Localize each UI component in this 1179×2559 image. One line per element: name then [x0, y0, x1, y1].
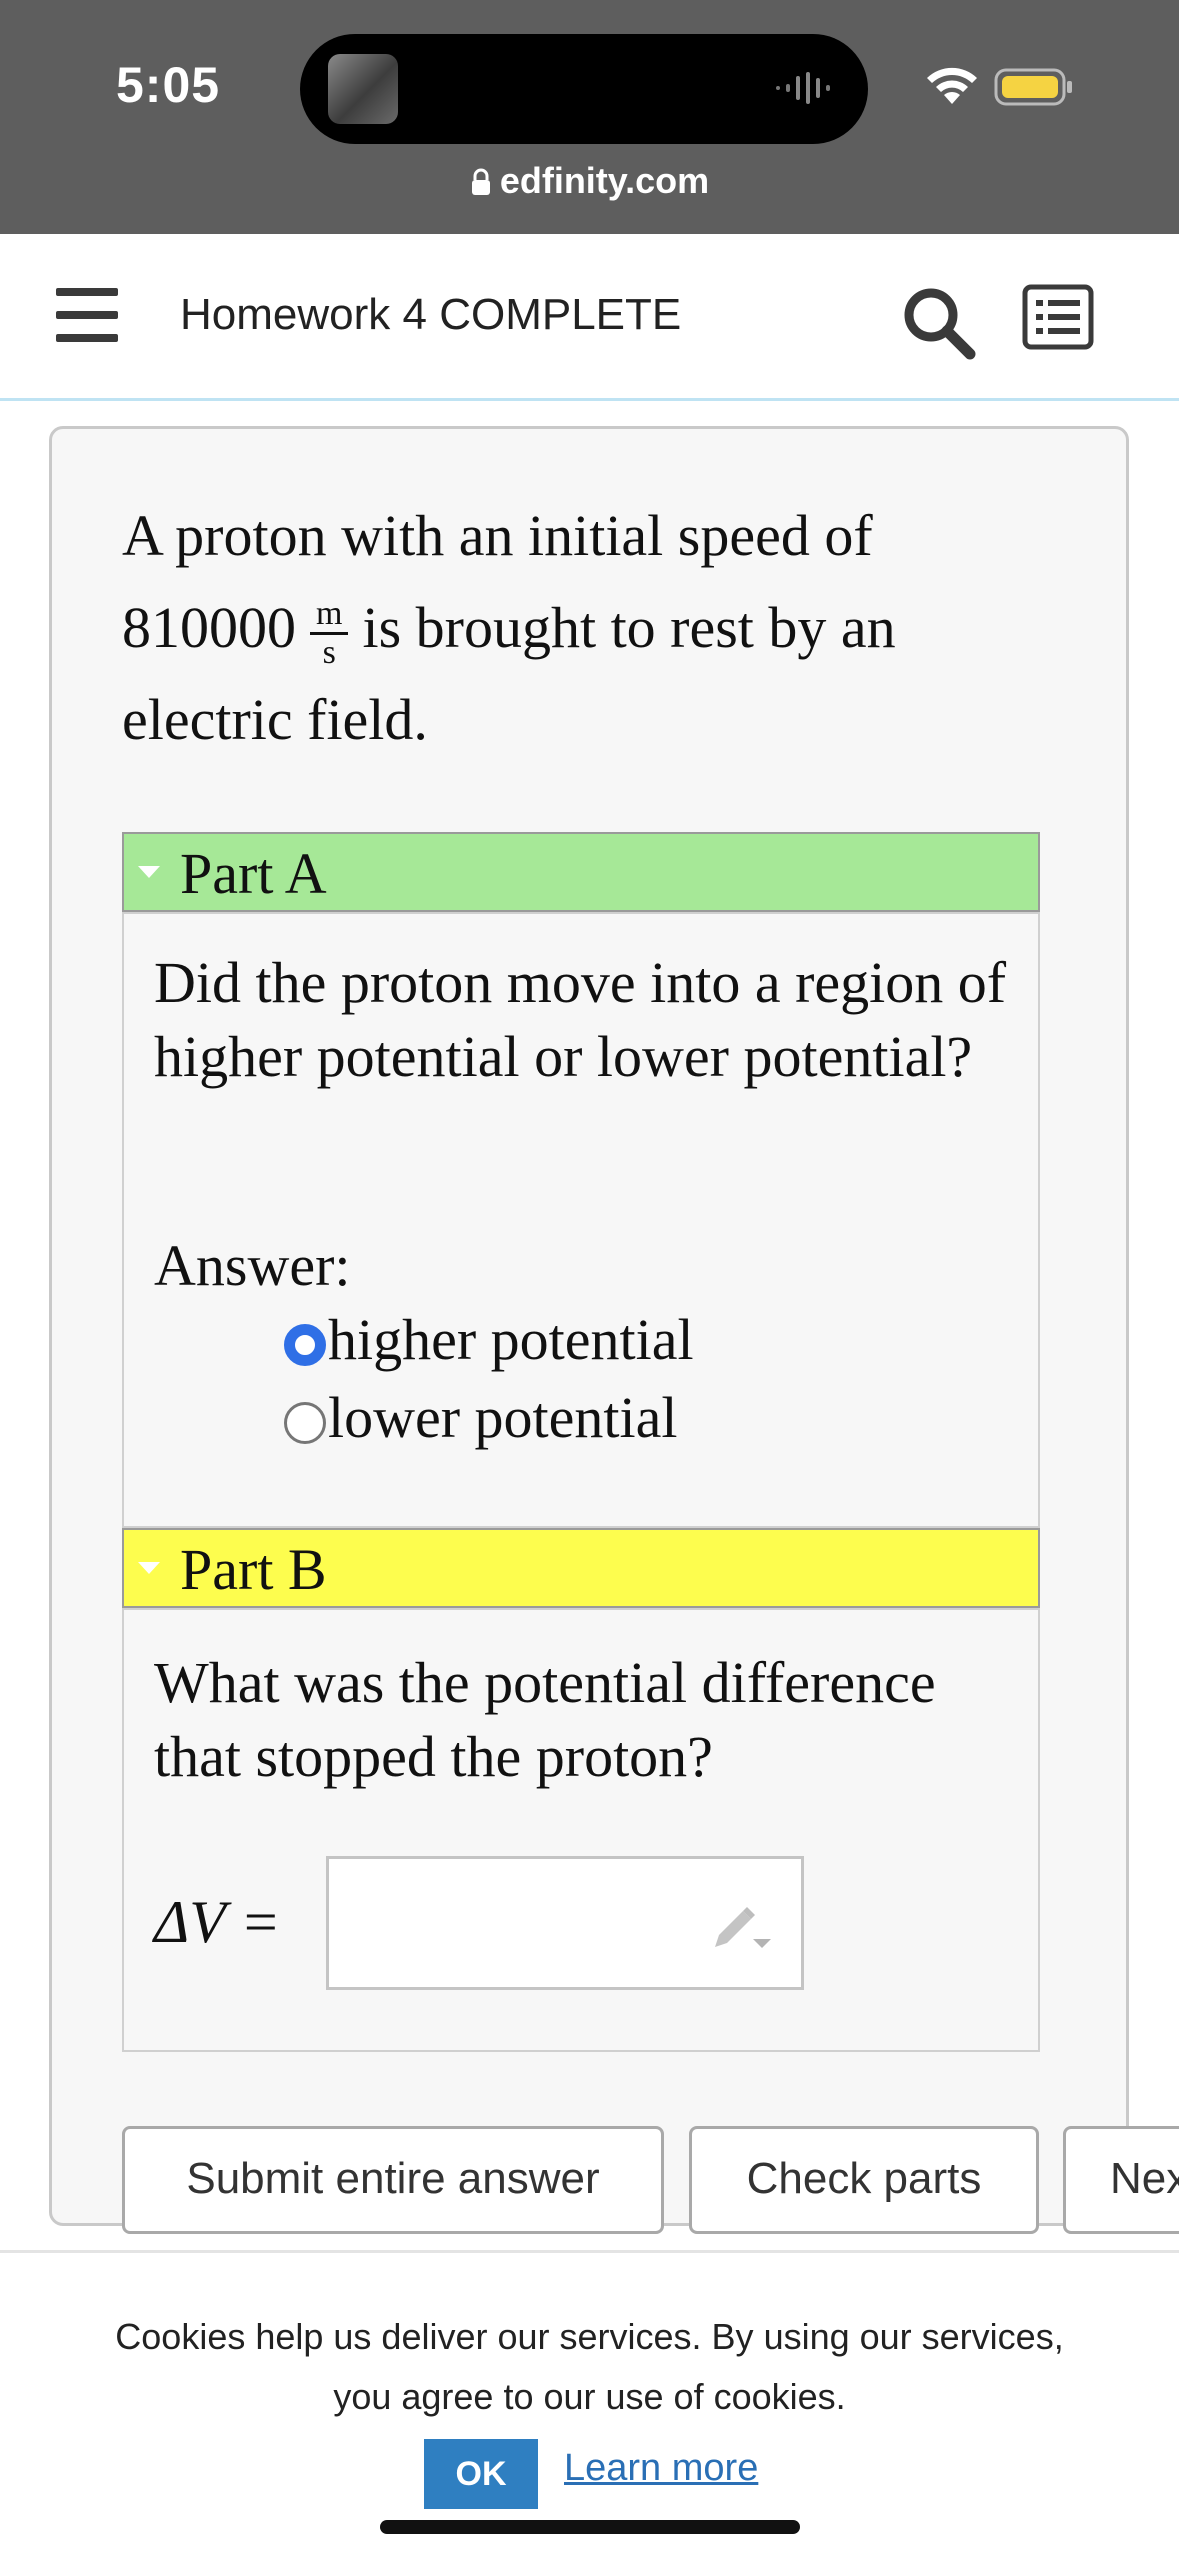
- list-icon[interactable]: [1022, 284, 1094, 350]
- search-icon[interactable]: [900, 284, 976, 360]
- radio-unselected[interactable]: [284, 1402, 326, 1444]
- collapse-triangle-icon: [138, 866, 160, 878]
- unit-fraction: ms: [310, 596, 349, 672]
- home-indicator[interactable]: [380, 2520, 800, 2534]
- lock-icon: [471, 168, 490, 195]
- check-parts-button[interactable]: Check parts: [689, 2126, 1039, 2234]
- part-b-label: Part B: [180, 1537, 327, 1602]
- cookie-banner: Cookies help us deliver our services. By…: [0, 2250, 1179, 2559]
- cookie-line-2: you agree to our use of cookies.: [333, 2376, 846, 2417]
- radio-selected[interactable]: [284, 1324, 326, 1366]
- part-b-header[interactable]: Part B: [122, 1528, 1040, 1608]
- address-bar[interactable]: edfinity.com: [0, 160, 1179, 202]
- part-a-label: Part A: [180, 841, 327, 906]
- part-b-question: What was the potential difference that s…: [154, 1650, 936, 1789]
- problem-suffix: is brought to rest by an: [362, 595, 896, 660]
- cookie-message: Cookies help us deliver our services. By…: [60, 2307, 1119, 2427]
- problem-line-2: 810000 m s is brought to rest by an: [122, 582, 1022, 674]
- problem-line-3: electric field.: [122, 687, 428, 752]
- menu-icon[interactable]: [56, 288, 118, 344]
- delta-v-label: ΔV =: [154, 1888, 278, 1957]
- dynamic-island: [300, 34, 868, 144]
- equals-sign: =: [243, 1889, 278, 1955]
- url-text: edfinity.com: [499, 160, 710, 201]
- problem-statement: A proton with an initial speed of 810000…: [122, 490, 1022, 766]
- unit-denominator: s: [322, 634, 336, 672]
- wifi-icon: [927, 67, 977, 104]
- speed-value: 810000: [122, 595, 296, 660]
- answer-label: Answer:: [154, 1233, 351, 1298]
- collapse-triangle-icon: [138, 1562, 160, 1574]
- media-thumbnail: [328, 54, 398, 124]
- variable: ΔV: [154, 1889, 226, 1955]
- problem-line-1: A proton with an initial speed of: [122, 503, 873, 568]
- battery-icon: [994, 68, 1072, 106]
- app-header: Homework 4 COMPLETE: [0, 234, 1179, 401]
- ok-button[interactable]: OK: [424, 2439, 538, 2509]
- learn-more-link[interactable]: Learn more: [564, 2447, 758, 2490]
- status-bar: 5:05 edfinity.com: [0, 0, 1179, 234]
- audio-wave-icon: [776, 72, 830, 104]
- part-a-question: Did the proton move into a region of hig…: [154, 950, 1007, 1089]
- next-button[interactable]: Nex: [1063, 2126, 1179, 2234]
- clock: 5:05: [116, 57, 221, 113]
- delta-v-input[interactable]: [326, 1856, 804, 1990]
- unit-numerator: m: [310, 596, 349, 636]
- cookie-line-1: Cookies help us deliver our services. By…: [115, 2316, 1064, 2357]
- part-a-header[interactable]: Part A: [122, 832, 1040, 912]
- option-label: lower potential: [328, 1385, 678, 1450]
- option-label: higher potential: [328, 1307, 694, 1372]
- submit-entire-answer-button[interactable]: Submit entire answer: [122, 2126, 664, 2234]
- pencil-icon[interactable]: [709, 1903, 771, 1955]
- page-title: Homework 4 COMPLETE: [180, 290, 682, 339]
